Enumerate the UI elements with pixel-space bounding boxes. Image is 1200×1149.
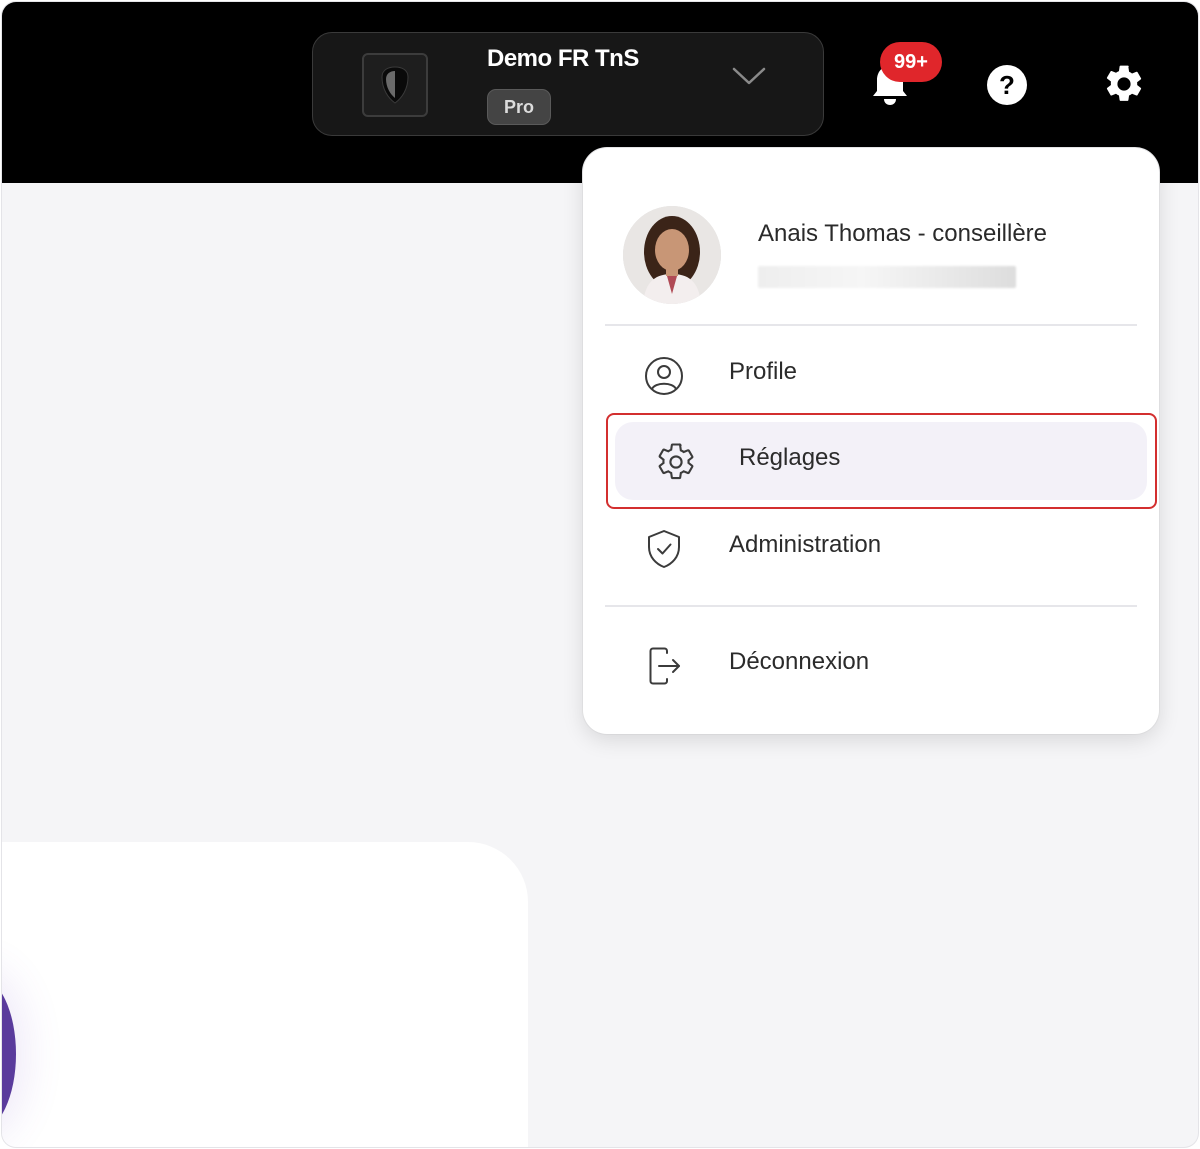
organization-name: Demo FR TnS xyxy=(487,45,639,72)
divider xyxy=(605,324,1137,326)
organization-logo xyxy=(362,53,428,117)
logout-icon xyxy=(649,647,680,685)
menu-item-label: Déconnexion xyxy=(729,648,870,675)
user-photo xyxy=(623,206,721,304)
svg-text:?: ? xyxy=(999,70,1015,100)
shield-check-icon xyxy=(648,530,680,568)
shield-logo-icon xyxy=(381,66,409,104)
menu-item-label: Administration xyxy=(729,531,882,558)
settings-gear-icon[interactable] xyxy=(1102,62,1146,106)
chevron-down-icon xyxy=(732,67,766,85)
menu-item-label: Profile xyxy=(729,358,798,385)
divider xyxy=(605,605,1137,607)
user-email-redacted xyxy=(758,266,1016,288)
settings-gear-icon xyxy=(658,443,694,480)
avatar xyxy=(623,206,721,304)
menu-item-settings[interactable]: Réglages xyxy=(615,422,1147,500)
notifications-count-badge: 99+ xyxy=(880,42,942,82)
help-icon[interactable]: ? xyxy=(986,64,1028,106)
menu-item-profile[interactable]: Profile xyxy=(613,336,1149,414)
menu-item-administration[interactable]: Administration xyxy=(613,509,1149,587)
user-name: Anais Thomas - conseillère xyxy=(758,220,1048,247)
user-dropdown-menu: Anais Thomas - conseillère Profile Régla… xyxy=(583,148,1159,734)
user-circle-icon xyxy=(645,357,683,395)
plan-badge: Pro xyxy=(487,89,552,125)
menu-item-label: Réglages xyxy=(739,444,841,471)
organization-switcher[interactable]: Demo FR TnS Pro xyxy=(312,32,824,136)
content-card xyxy=(2,842,528,1147)
menu-item-logout[interactable]: Déconnexion xyxy=(613,626,1149,704)
